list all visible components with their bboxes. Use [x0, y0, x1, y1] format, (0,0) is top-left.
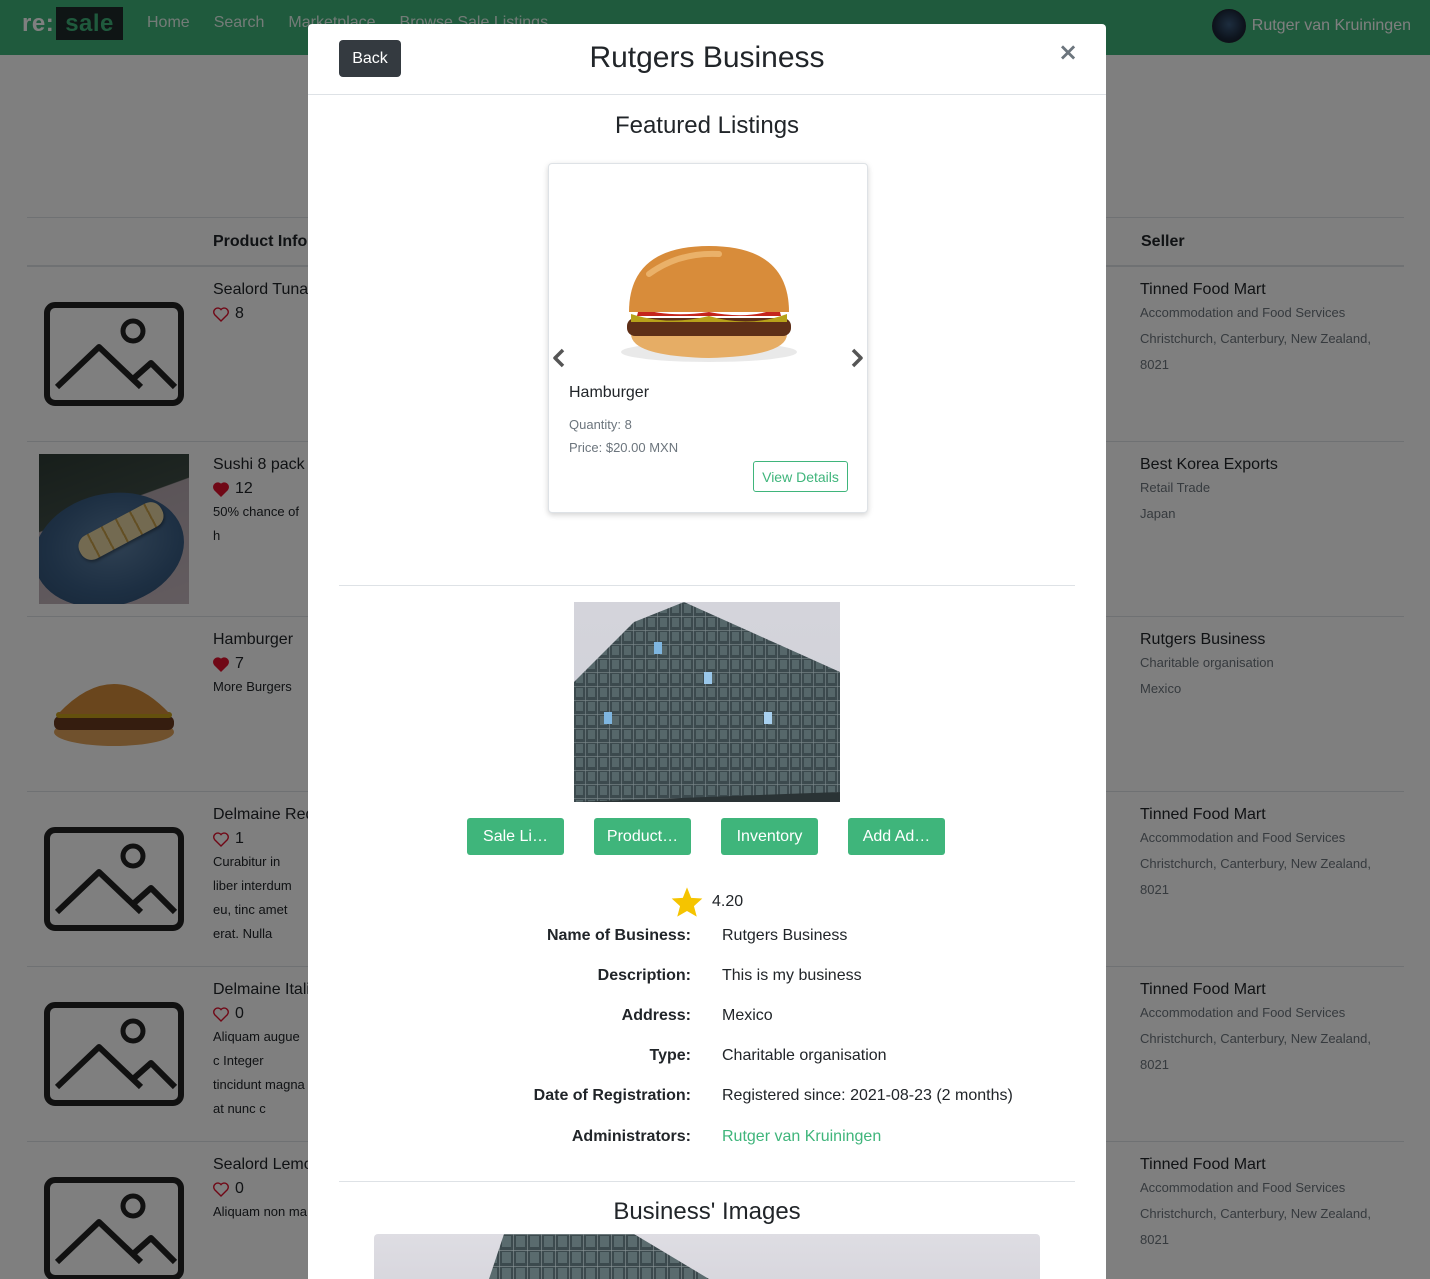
detail-label: Address: — [621, 1007, 691, 1024]
detail-value: Registered since: 2021-08-23 (2 months) — [722, 1087, 1013, 1104]
business-actions: Sale Li… Product… Inventory Add Ad… — [467, 818, 945, 855]
detail-name: Name of Business: Rutgers Business — [308, 927, 1106, 951]
listing-name: Hamburger — [569, 384, 650, 401]
detail-value: This is my business — [722, 967, 862, 984]
modal-header: Back Rutgers Business × — [308, 24, 1106, 95]
listing-price: Price: $20.00 MXN — [569, 440, 679, 455]
detail-label: Type: — [649, 1047, 691, 1064]
inventory-button[interactable]: Inventory — [721, 818, 818, 855]
business-images-title: Business' Images — [613, 1198, 801, 1225]
detail-value: Rutgers Business — [722, 927, 848, 944]
detail-label: Date of Registration: — [533, 1087, 691, 1104]
detail-label: Description: — [597, 967, 691, 984]
close-icon[interactable]: × — [1058, 38, 1078, 66]
detail-type: Type: Charitable organisation — [308, 1047, 1106, 1071]
sale-listings-button[interactable]: Sale Li… — [467, 818, 564, 855]
administrator-link[interactable]: Rutger van Kruiningen — [722, 1128, 881, 1146]
listing-quantity: Quantity: 8 — [569, 417, 632, 432]
business-image — [574, 602, 840, 802]
detail-address: Address: Mexico — [308, 1007, 1106, 1031]
detail-label: Administrators: — [571, 1128, 691, 1145]
detail-value: Charitable organisation — [722, 1047, 887, 1064]
rating-value: 4.20 — [712, 893, 744, 910]
divider — [339, 1181, 1075, 1182]
divider — [339, 585, 1075, 586]
business-rating: 4.20 — [670, 886, 743, 918]
detail-registration: Date of Registration: Registered since: … — [308, 1087, 1106, 1111]
detail-value: Mexico — [722, 1007, 773, 1024]
view-details-button[interactable]: View Details — [753, 461, 848, 492]
add-administrator-button[interactable]: Add Ad… — [848, 818, 945, 855]
featured-listings-title: Featured Listings — [614, 112, 800, 139]
detail-description: Description: This is my business — [308, 967, 1106, 991]
star-icon — [671, 887, 703, 917]
business-modal: Back Rutgers Business × Featured Listing… — [308, 24, 1106, 1279]
business-gallery-image — [374, 1234, 1040, 1279]
chevron-right-icon[interactable] — [847, 344, 867, 372]
modal-title: Rutgers Business — [589, 41, 825, 74]
hamburger-image — [609, 234, 809, 374]
product-catalogue-button[interactable]: Product… — [594, 818, 691, 855]
detail-administrators: Administrators: Rutger van Kruiningen — [308, 1128, 1106, 1152]
detail-label: Name of Business: — [546, 927, 691, 944]
chevron-left-icon[interactable] — [549, 344, 569, 372]
featured-listing-card: Hamburger Quantity: 8 Price: $20.00 MXN … — [548, 163, 868, 513]
